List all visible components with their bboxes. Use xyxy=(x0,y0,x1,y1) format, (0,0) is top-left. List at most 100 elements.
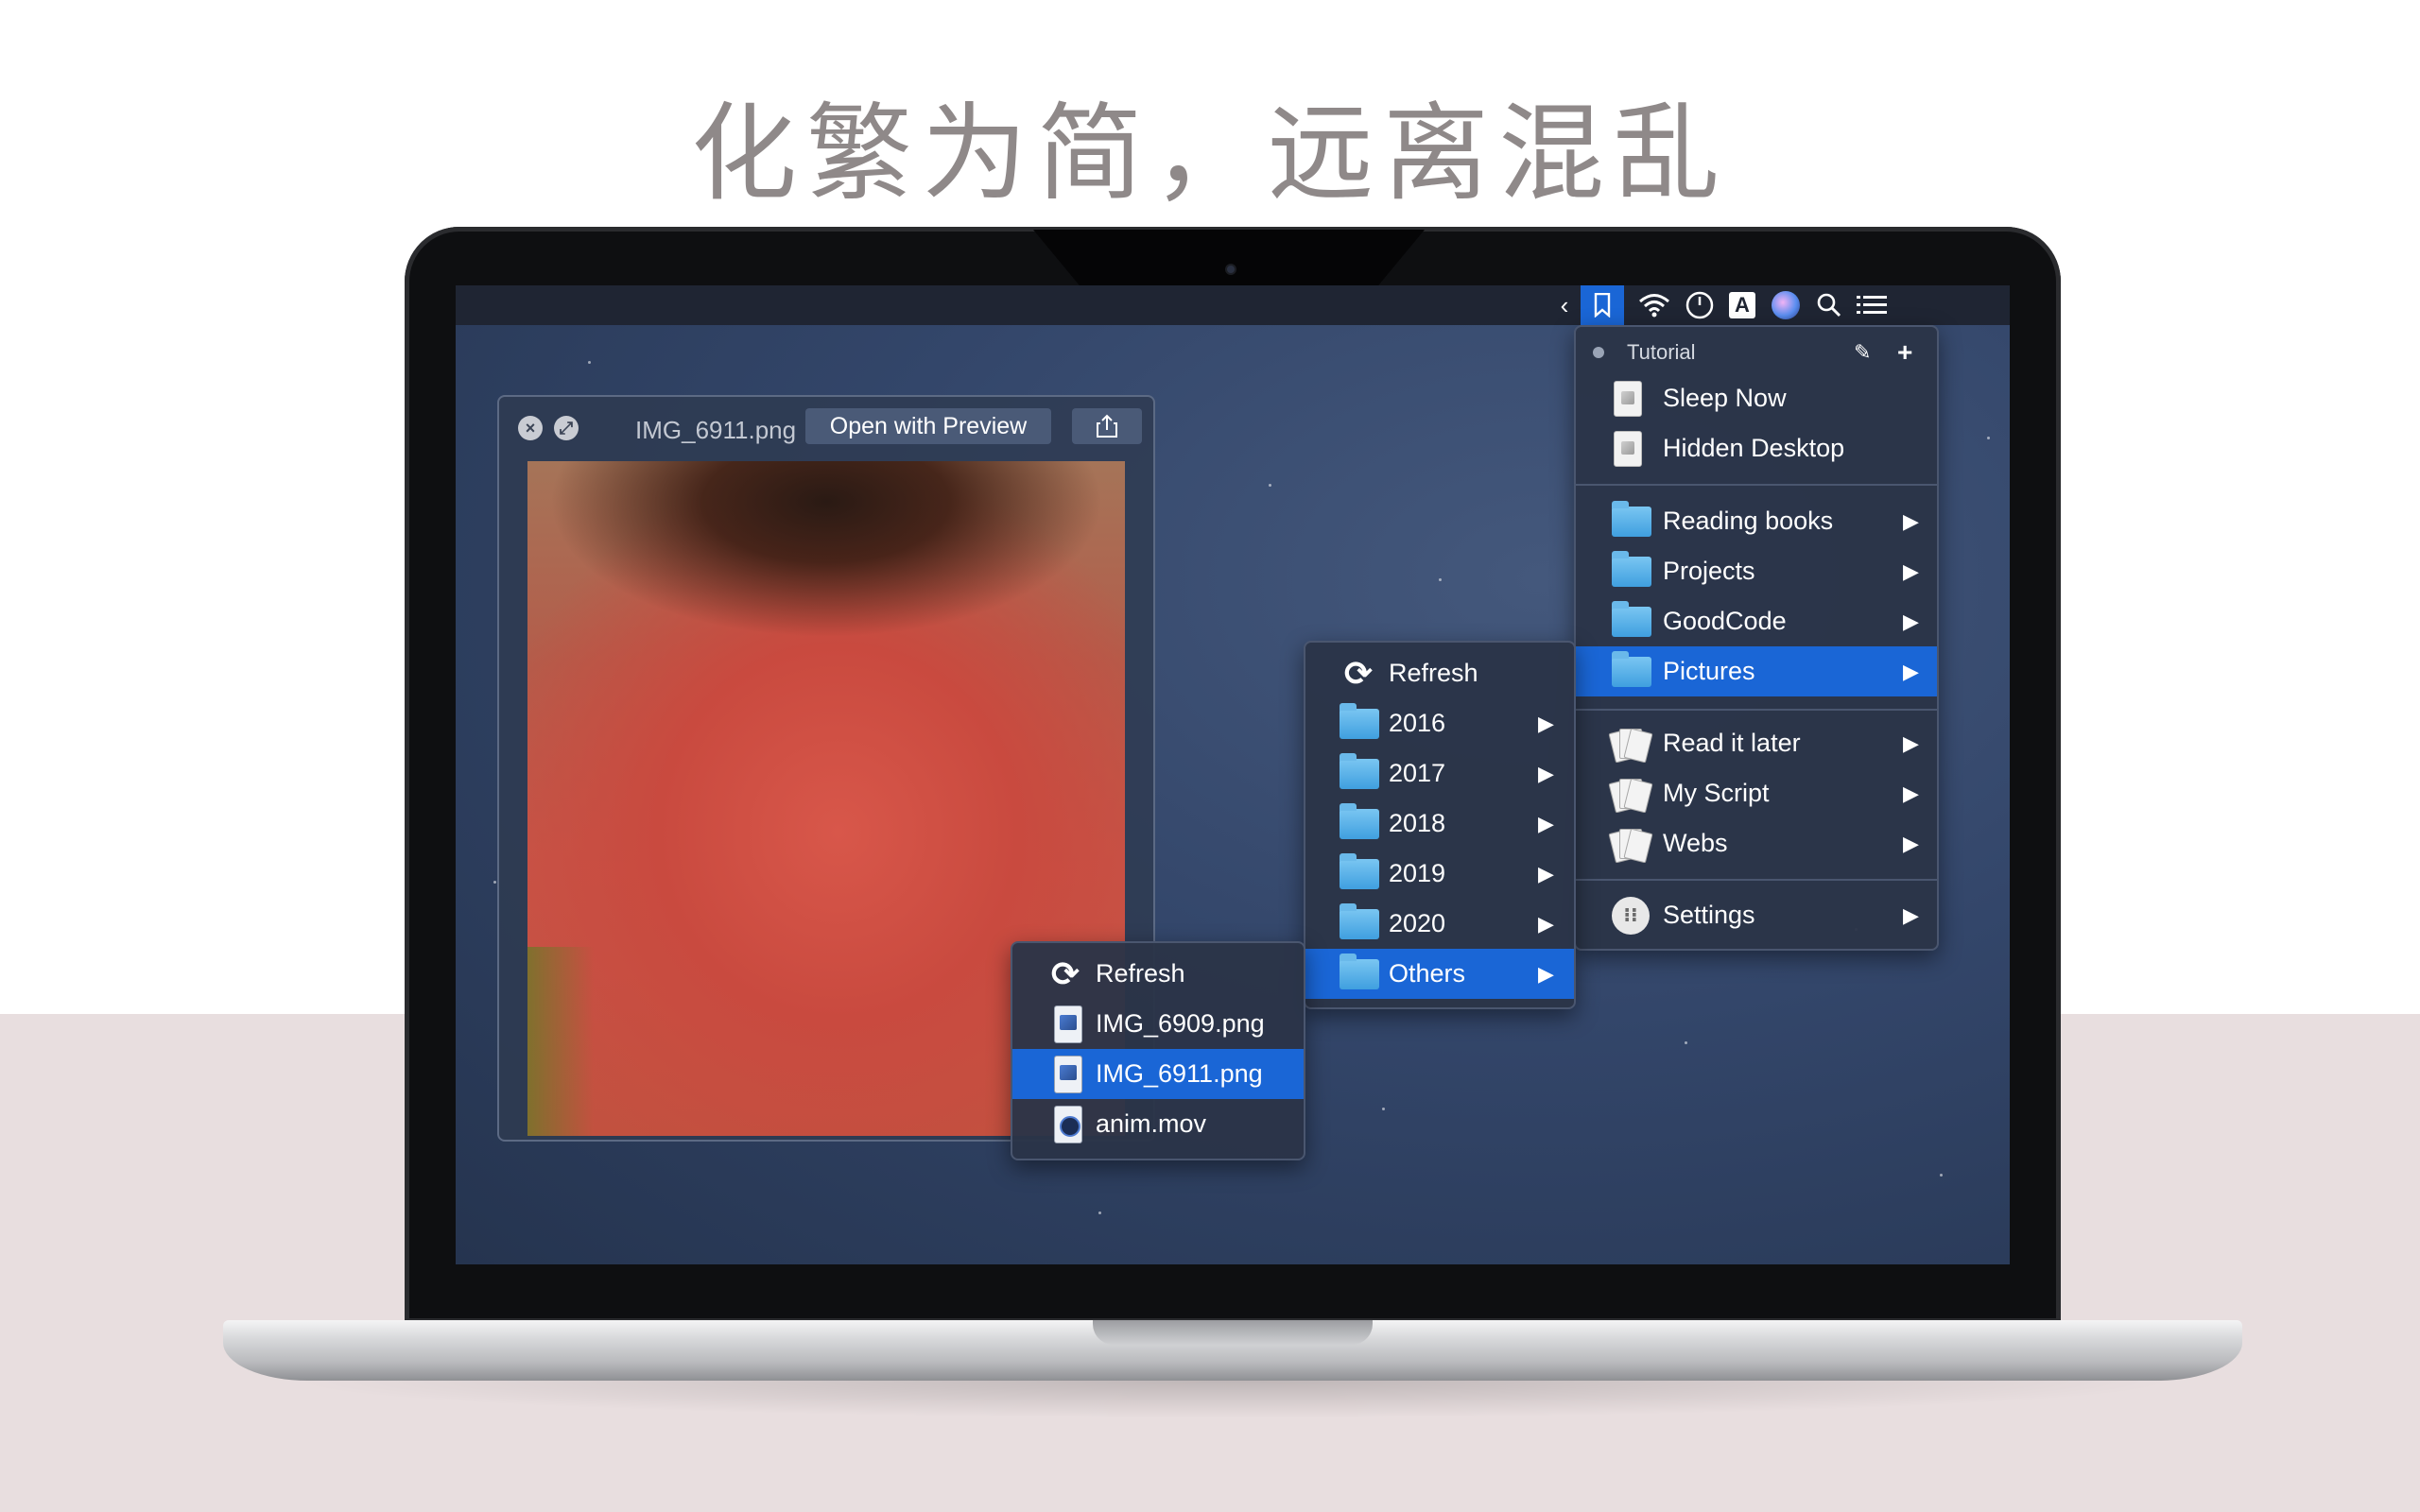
wifi-icon[interactable] xyxy=(1633,285,1676,325)
chevron-right-icon: ▶ xyxy=(1903,902,1919,927)
menu-item-my-script[interactable]: My Script ▶ xyxy=(1576,768,1937,818)
chevron-right-icon: ▶ xyxy=(1538,761,1554,785)
menu-item-reading-books[interactable]: Reading books ▶ xyxy=(1576,496,1937,546)
menu-item-label: GoodCode xyxy=(1663,607,1787,635)
menu-separator xyxy=(1576,709,1937,711)
refresh-icon: ⟳ xyxy=(1050,954,1080,993)
quicklook-filename: IMG_6911.png xyxy=(635,416,797,444)
menu-item-label: 2018 xyxy=(1389,809,1446,837)
menu-item-label: My Script xyxy=(1663,779,1770,807)
menu-item-2020[interactable]: 2020 ▶ xyxy=(1305,899,1574,949)
menu-item-label: Refresh xyxy=(1389,659,1478,687)
share-button[interactable] xyxy=(1072,408,1142,444)
close-icon[interactable]: × xyxy=(518,416,543,440)
stack-icon xyxy=(1608,777,1653,813)
menu-item-img-6909[interactable]: IMG_6909.png xyxy=(1012,999,1304,1049)
menu-item-label: Webs xyxy=(1663,829,1728,857)
menu-item-others[interactable]: Others ▶ xyxy=(1305,949,1574,999)
chevron-right-icon: ▶ xyxy=(1538,811,1554,835)
share-icon xyxy=(1097,414,1117,438)
folder-icon xyxy=(1340,752,1379,789)
chevron-right-icon: ▶ xyxy=(1903,730,1919,755)
chevron-right-icon: ▶ xyxy=(1903,558,1919,583)
menu-item-label: Sleep Now xyxy=(1663,384,1787,412)
menu-item-label: anim.mov xyxy=(1096,1109,1207,1138)
menu-item-webs[interactable]: Webs ▶ xyxy=(1576,818,1937,868)
menu-item-label: Hidden Desktop xyxy=(1663,434,1845,462)
star xyxy=(1940,1174,1943,1177)
menu-item-projects[interactable]: Projects ▶ xyxy=(1576,546,1937,596)
stack-icon xyxy=(1608,727,1653,763)
menu-item-goodcode[interactable]: GoodCode ▶ xyxy=(1576,596,1937,646)
star xyxy=(1987,437,1990,439)
camera xyxy=(1225,264,1236,275)
menu-separator xyxy=(1576,879,1937,881)
folder-icon xyxy=(1340,702,1379,739)
menu-item-anim-mov[interactable]: anim.mov xyxy=(1012,1099,1304,1149)
menu-item-refresh[interactable]: ⟳ Refresh xyxy=(1012,949,1304,999)
siri-icon[interactable] xyxy=(1764,285,1807,325)
chevron-right-icon: ▶ xyxy=(1903,508,1919,533)
menu-item-hidden-desktop[interactable]: Hidden Desktop xyxy=(1576,423,1937,473)
chevron-right-icon: ▶ xyxy=(1903,781,1919,805)
list-icon[interactable] xyxy=(1850,285,1893,325)
menu-item-label: 2017 xyxy=(1389,759,1446,787)
menu-item-sleep-now[interactable]: Sleep Now xyxy=(1576,373,1937,423)
menu-item-label: Pictures xyxy=(1663,657,1755,685)
menu-item-settings[interactable]: ⁝⁝ Settings ▶ xyxy=(1576,890,1937,940)
folder-icon xyxy=(1340,852,1379,889)
menu-item-img-6911[interactable]: IMG_6911.png xyxy=(1012,1049,1304,1099)
menu-separator xyxy=(1576,484,1937,486)
chevron-right-icon: ▶ xyxy=(1538,961,1554,986)
settings-icon: ⁝⁝ xyxy=(1612,896,1650,935)
laptop-base-notch xyxy=(1093,1320,1373,1345)
chevron-right-icon: ▶ xyxy=(1538,711,1554,735)
open-with-preview-button[interactable]: Open with Preview xyxy=(805,408,1051,444)
main-menu: Tutorial ✎ + Sleep Now Hidden Desktop Re… xyxy=(1574,325,1939,951)
bookmark-icon[interactable] xyxy=(1581,285,1624,325)
input-source-icon[interactable]: A xyxy=(1720,285,1764,325)
star xyxy=(493,881,496,884)
menu-item-2017[interactable]: 2017 ▶ xyxy=(1305,748,1574,799)
folder-icon xyxy=(1612,650,1651,687)
clock-icon[interactable] xyxy=(1678,285,1721,325)
menu-item-2016[interactable]: 2016 ▶ xyxy=(1305,698,1574,748)
menu-item-label: Others xyxy=(1389,959,1466,988)
star xyxy=(1685,1041,1687,1044)
menu-item-label: Reading books xyxy=(1663,507,1834,535)
search-icon[interactable] xyxy=(1807,285,1851,325)
menu-item-pictures[interactable]: Pictures ▶ xyxy=(1576,646,1937,696)
chevron-right-icon: ▶ xyxy=(1538,861,1554,885)
menu-item-label: 2020 xyxy=(1389,909,1446,937)
menu-item-label: 2016 xyxy=(1389,709,1446,737)
chevron-right-icon: ▶ xyxy=(1903,609,1919,633)
star xyxy=(1098,1211,1101,1214)
star xyxy=(1382,1108,1385,1110)
folder-icon xyxy=(1340,902,1379,939)
fullscreen-icon[interactable]: ⤢ xyxy=(554,416,579,440)
menu-item-label: 2019 xyxy=(1389,859,1446,887)
menu-header: Tutorial ✎ + xyxy=(1576,331,1937,374)
star xyxy=(588,361,591,364)
chevron-left-icon[interactable]: ‹ xyxy=(1550,285,1579,325)
folder-icon xyxy=(1340,953,1379,989)
status-dot xyxy=(1593,347,1604,358)
chevron-right-icon: ▶ xyxy=(1903,831,1919,855)
stack-icon xyxy=(1608,827,1653,863)
movie-file-icon xyxy=(1054,1105,1082,1143)
laptop-shadow xyxy=(284,1381,2184,1418)
menu-item-read-it-later[interactable]: Read it later ▶ xyxy=(1576,718,1937,768)
folder-icon xyxy=(1612,500,1651,537)
png-file-icon xyxy=(1054,1005,1082,1043)
add-icon[interactable]: + xyxy=(1897,337,1912,368)
menu-item-2019[interactable]: 2019 ▶ xyxy=(1305,849,1574,899)
menu-bar: ‹ A xyxy=(456,285,2010,325)
menu-item-label: Settings xyxy=(1663,901,1755,929)
star xyxy=(1269,484,1271,487)
menu-item-2018[interactable]: 2018 ▶ xyxy=(1305,799,1574,849)
pencil-icon[interactable]: ✎ xyxy=(1854,340,1871,365)
chevron-right-icon: ▶ xyxy=(1903,659,1919,683)
menu-item-label: Projects xyxy=(1663,557,1755,585)
folder-icon xyxy=(1612,550,1651,587)
menu-item-refresh[interactable]: ⟳ Refresh xyxy=(1305,648,1574,698)
